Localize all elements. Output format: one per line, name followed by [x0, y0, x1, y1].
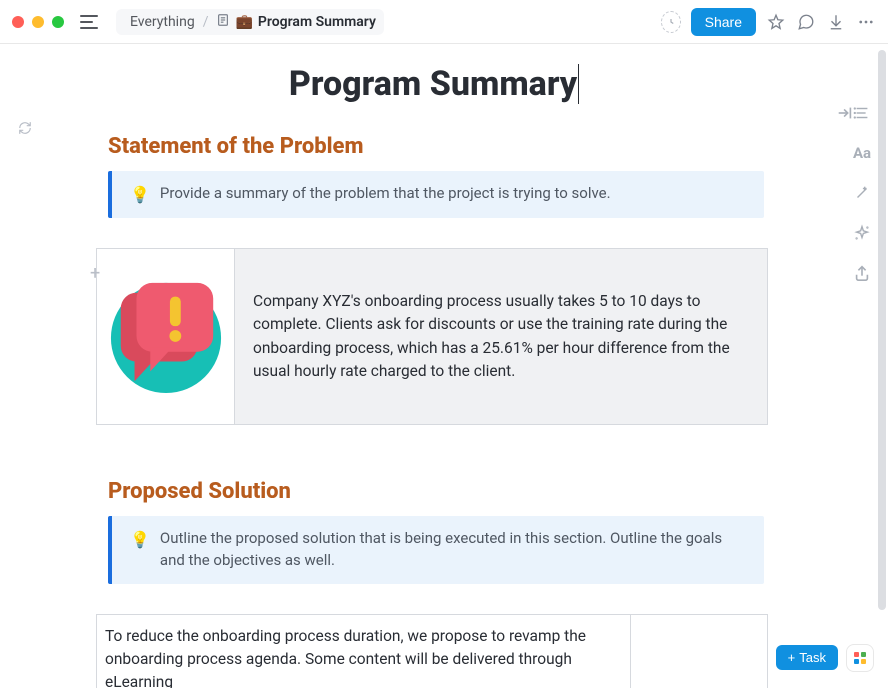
- callout-solution[interactable]: 💡 Outline the proposed solution that is …: [108, 516, 764, 584]
- page-title[interactable]: Program Summary: [0, 64, 868, 104]
- collapse-icon[interactable]: [836, 104, 854, 122]
- briefcase-emoji-icon: 💼: [235, 14, 252, 30]
- plus-icon: +: [788, 650, 796, 665]
- minimize-window-button[interactable]: [32, 16, 44, 28]
- callout-problem[interactable]: 💡 Provide a summary of the problem that …: [108, 171, 764, 218]
- more-icon[interactable]: [856, 12, 876, 32]
- titlebar: Everything / 💼 Program Summary Share: [0, 0, 888, 44]
- breadcrumb-root[interactable]: Everything: [130, 14, 195, 30]
- lightbulb-icon: 💡: [130, 528, 150, 551]
- exclamation-bubble-icon: [107, 271, 225, 399]
- scrollbar[interactable]: [874, 44, 888, 688]
- breadcrumb-current[interactable]: 💼 Program Summary: [216, 13, 375, 31]
- solution-empty-cell[interactable]: [631, 614, 768, 688]
- maximize-window-button[interactable]: [52, 16, 64, 28]
- download-icon[interactable]: [826, 12, 846, 32]
- apps-button[interactable]: [846, 644, 874, 672]
- section-heading-solution[interactable]: Proposed Solution: [108, 479, 868, 504]
- sparkle-icon[interactable]: [853, 224, 871, 242]
- document-scroll-area[interactable]: Program Summary Statement of the Problem…: [0, 44, 868, 688]
- solution-body-cell[interactable]: To reduce the onboarding process duratio…: [97, 614, 631, 688]
- history-icon[interactable]: [661, 12, 681, 32]
- comment-icon[interactable]: [796, 12, 816, 32]
- document-icon: [216, 13, 230, 31]
- table-row: To reduce the onboarding process duratio…: [97, 614, 768, 688]
- breadcrumb[interactable]: Everything / 💼 Program Summary: [116, 9, 384, 35]
- typography-button[interactable]: Aa: [853, 144, 871, 162]
- sync-icon[interactable]: [18, 120, 32, 139]
- solution-table[interactable]: To reduce the onboarding process duratio…: [96, 614, 768, 688]
- close-window-button[interactable]: [12, 16, 24, 28]
- share-button[interactable]: Share: [691, 8, 756, 36]
- apps-grid-icon: [854, 652, 866, 664]
- breadcrumb-separator: /: [201, 14, 211, 30]
- table-row: Company XYZ's onboarding process usually…: [97, 249, 768, 425]
- problem-body-cell[interactable]: Company XYZ's onboarding process usually…: [235, 249, 768, 425]
- add-block-button[interactable]: +: [90, 263, 100, 284]
- breadcrumb-doc-title: Program Summary: [258, 14, 376, 30]
- problem-image-cell[interactable]: [97, 249, 235, 425]
- ai-wand-icon[interactable]: [853, 184, 871, 202]
- outline-icon[interactable]: [853, 104, 871, 122]
- star-icon[interactable]: [766, 12, 786, 32]
- export-icon[interactable]: [853, 264, 871, 282]
- task-button-label: Task: [799, 650, 826, 665]
- hamburger-menu-icon[interactable]: [80, 15, 98, 29]
- new-task-button[interactable]: + Task: [776, 645, 838, 670]
- window-controls: [12, 16, 64, 28]
- section-heading-problem[interactable]: Statement of the Problem: [108, 134, 868, 159]
- callout-solution-text: Outline the proposed solution that is be…: [160, 528, 746, 572]
- problem-table[interactable]: Company XYZ's onboarding process usually…: [96, 248, 768, 425]
- lightbulb-icon: 💡: [130, 183, 150, 206]
- callout-problem-text: Provide a summary of the problem that th…: [160, 183, 611, 205]
- scrollbar-thumb[interactable]: [878, 50, 886, 610]
